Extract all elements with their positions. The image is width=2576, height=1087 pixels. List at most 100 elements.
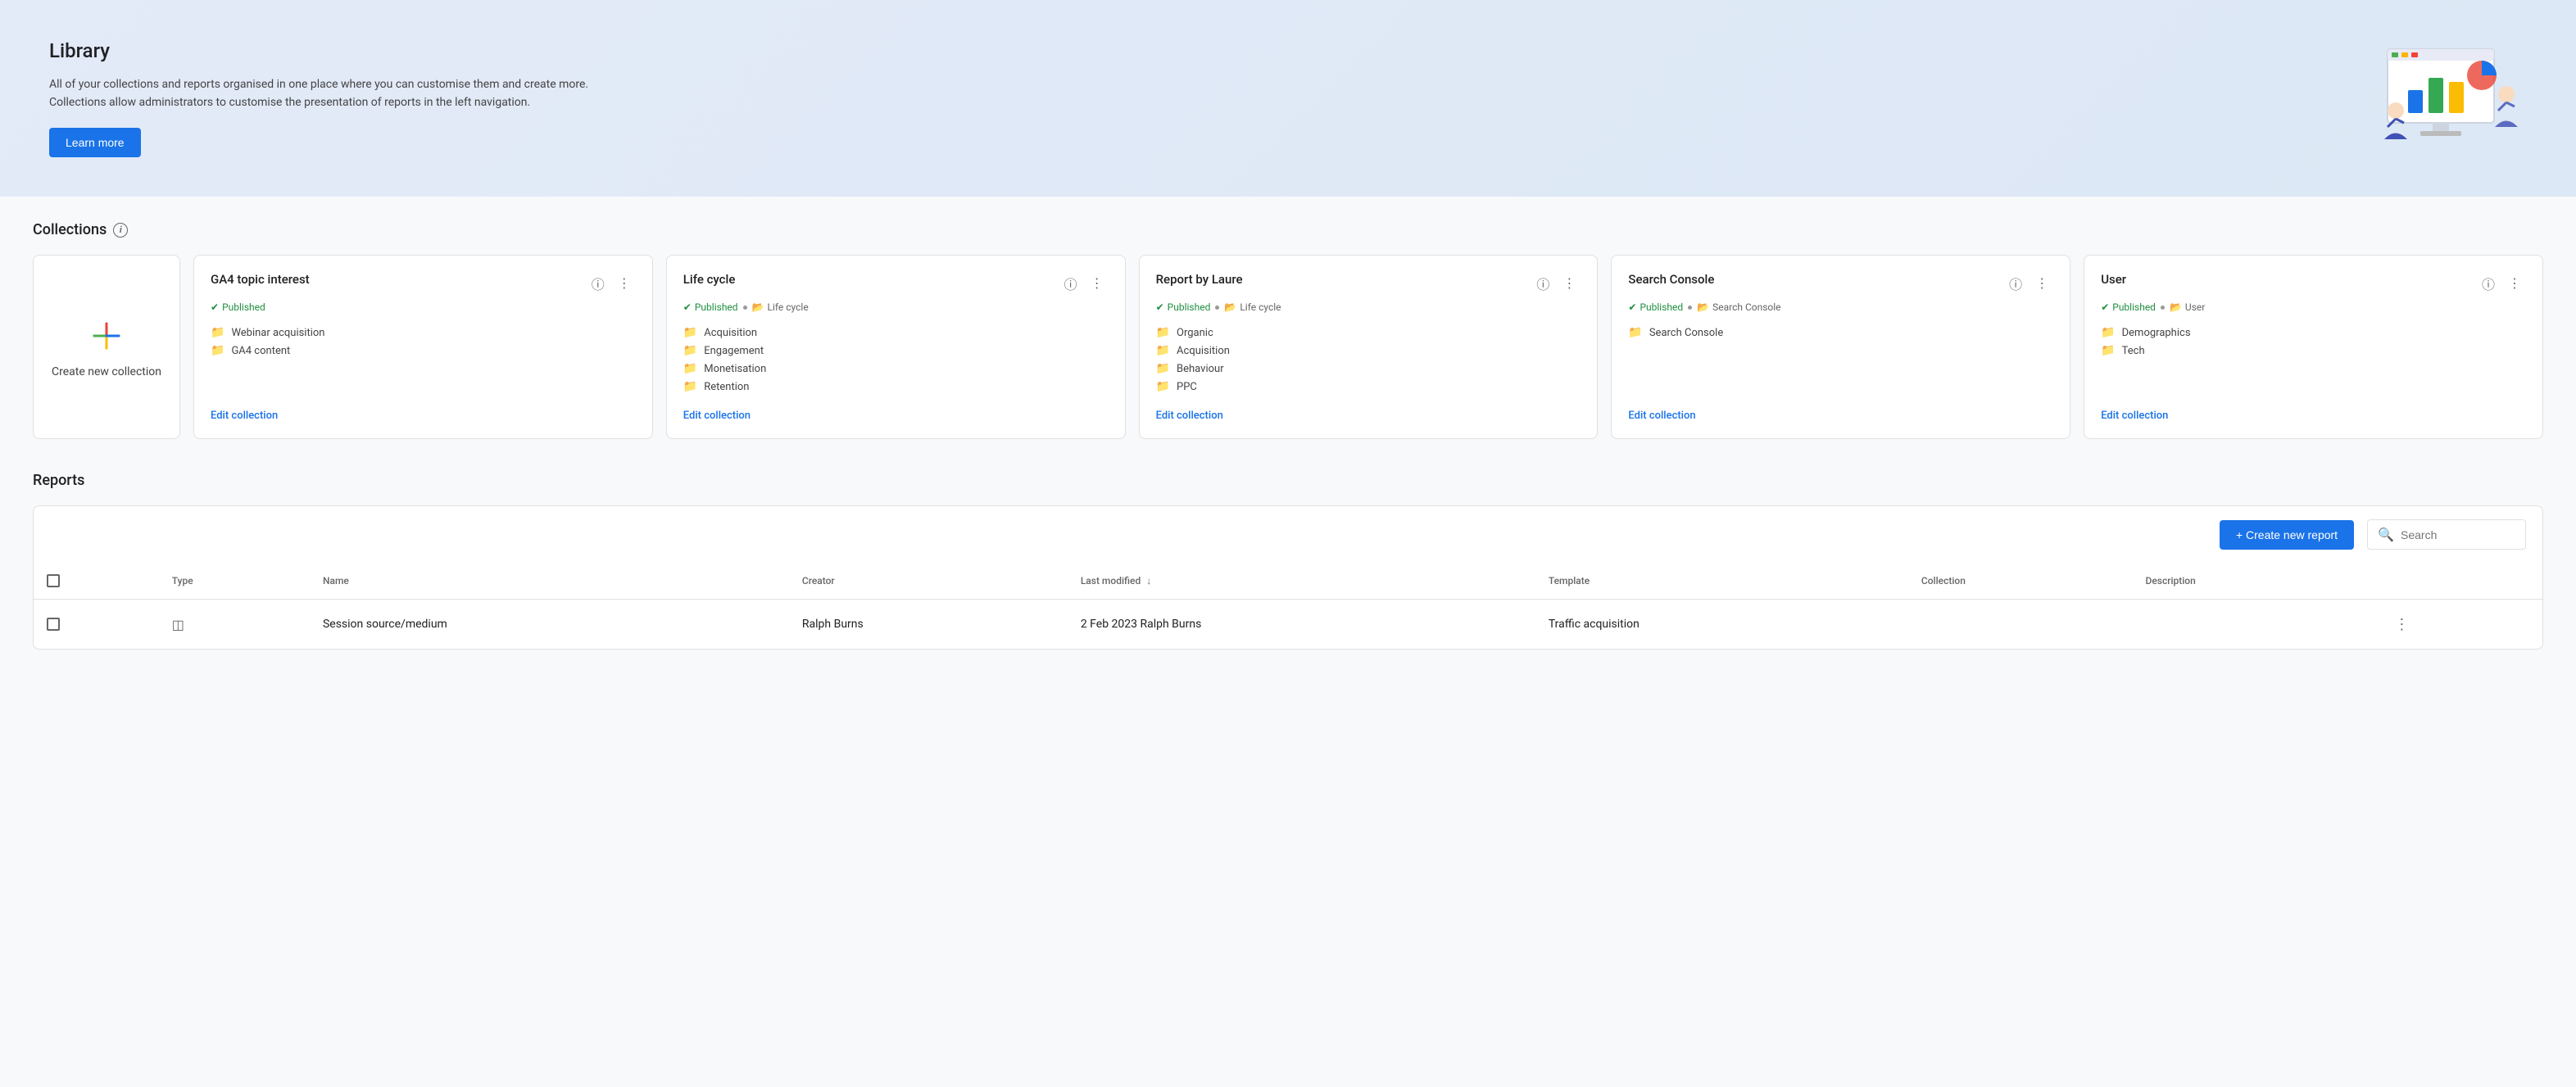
folder-icon: 📁 xyxy=(1156,362,1170,375)
card-title: Life cycle xyxy=(683,272,736,287)
check-icon: ✔ xyxy=(1628,301,1636,313)
row-checkbox[interactable] xyxy=(47,618,60,631)
hero-description: All of your collections and reports orga… xyxy=(49,75,623,112)
last-modified-column-header[interactable]: Last modified ↓ xyxy=(1068,563,1535,600)
tag-icon: 📂 xyxy=(1697,301,1709,313)
hero-content: Library All of your collections and repo… xyxy=(49,39,623,158)
collection-card-search-console: Search Console ⓘ ⋮ ✔ Published 📂 Search … xyxy=(1611,255,2070,439)
row-collection xyxy=(1908,600,2133,650)
edit-collection-link[interactable]: Edit collection xyxy=(2101,410,2526,422)
card-actions: ⓘ ⋮ xyxy=(2004,272,2053,295)
hero-illustration xyxy=(2363,33,2527,164)
row-description xyxy=(2133,600,2376,650)
tag-icon: 📂 xyxy=(2170,301,2182,313)
info-button[interactable]: ⓘ xyxy=(587,272,610,295)
edit-collection-link[interactable]: Edit collection xyxy=(1156,410,1581,422)
select-all-checkbox[interactable] xyxy=(47,574,60,587)
hero-title: Library xyxy=(49,39,623,62)
name-column-header: Name xyxy=(310,563,789,600)
folder-icon: 📁 xyxy=(683,326,697,339)
more-options-button[interactable]: ⋮ xyxy=(2030,272,2053,295)
select-all-column xyxy=(34,563,159,600)
folder-icon: 📁 xyxy=(2101,326,2115,339)
table-type-icon: ◫ xyxy=(172,617,184,632)
reports-table: Type Name Creator Last modified ↓ xyxy=(34,563,2542,649)
table-header-row: Type Name Creator Last modified ↓ xyxy=(34,563,2542,600)
folder-icon: 📁 xyxy=(2101,344,2115,357)
more-options-button[interactable]: ⋮ xyxy=(1558,272,1581,295)
row-type: ◫ xyxy=(159,600,310,650)
main-content: Collections i Create new collection GA4 … xyxy=(0,197,2576,674)
status-row: ✔ Published 📂 Search Console xyxy=(1628,301,2053,313)
report-item: 📁 Engagement xyxy=(683,344,1109,357)
creator-column-header: Creator xyxy=(789,563,1068,600)
collections-info-icon[interactable]: i xyxy=(113,223,128,238)
edit-collection-link[interactable]: Edit collection xyxy=(1628,410,2053,422)
card-actions: ⓘ ⋮ xyxy=(2477,272,2526,295)
description-column-header: Description xyxy=(2133,563,2376,600)
reports-table-wrapper: + Create new report 🔍 Type xyxy=(33,505,2543,650)
collection-card-report-laure: Report by Laure ⓘ ⋮ ✔ Published 📂 Life c… xyxy=(1139,255,1599,439)
report-item: 📁 Webinar acquisition xyxy=(211,326,636,339)
status-published: ✔ Published xyxy=(683,301,738,313)
collection-card-user: User ⓘ ⋮ ✔ Published 📂 User � xyxy=(2084,255,2543,439)
row-template: Traffic acquisition xyxy=(1535,600,1908,650)
row-creator: Ralph Burns xyxy=(789,600,1068,650)
info-button[interactable]: ⓘ xyxy=(1531,272,1554,295)
status-tag: 📂 Life cycle xyxy=(752,301,809,313)
status-tag: 📂 Life cycle xyxy=(1224,301,1281,313)
search-box: 🔍 xyxy=(2367,519,2526,550)
create-report-button[interactable]: + Create new report xyxy=(2220,520,2354,550)
folder-icon: 📁 xyxy=(683,362,697,375)
report-item: 📁 Tech xyxy=(2101,344,2526,357)
info-button[interactable]: ⓘ xyxy=(2477,272,2500,295)
reports-section-header: Reports xyxy=(33,472,2543,489)
card-actions: ⓘ ⋮ xyxy=(1531,272,1581,295)
separator-dot xyxy=(2161,306,2165,310)
reports-toolbar: + Create new report 🔍 xyxy=(34,506,2542,550)
status-published: ✔ Published xyxy=(211,301,265,313)
card-header: Life cycle ⓘ ⋮ xyxy=(683,272,1109,295)
report-item: 📁 Behaviour xyxy=(1156,362,1581,375)
sort-icon: ↓ xyxy=(1146,575,1151,587)
edit-collection-link[interactable]: Edit collection xyxy=(683,410,1109,422)
report-item: 📁 Search Console xyxy=(1628,326,2053,339)
more-options-button[interactable]: ⋮ xyxy=(1086,272,1109,295)
info-button[interactable]: ⓘ xyxy=(2004,272,2027,295)
info-button[interactable]: ⓘ xyxy=(1059,272,1082,295)
report-item: 📁 PPC xyxy=(1156,380,1581,393)
report-item: 📁 Acquisition xyxy=(683,326,1109,339)
search-input[interactable] xyxy=(2401,528,2515,541)
reports-section: Reports + Create new report 🔍 T xyxy=(33,472,2543,650)
search-icon: 🔍 xyxy=(2378,527,2394,542)
folder-icon: 📁 xyxy=(211,344,224,357)
card-title: GA4 topic interest xyxy=(211,272,310,287)
more-options-button[interactable]: ⋮ xyxy=(613,272,636,295)
row-more-button[interactable]: ⋮ xyxy=(2388,611,2415,637)
row-last-modified: 2 Feb 2023 Ralph Burns xyxy=(1068,600,1535,650)
new-collection-card[interactable]: Create new collection xyxy=(33,255,180,439)
collection-column-header: Collection xyxy=(1908,563,2133,600)
collections-section-header: Collections i xyxy=(33,221,2543,238)
hero-banner: Library All of your collections and repo… xyxy=(0,0,2576,197)
edit-collection-link[interactable]: Edit collection xyxy=(211,410,636,422)
report-list: 📁 Demographics 📁 Tech xyxy=(2101,326,2526,393)
report-list: 📁 Search Console xyxy=(1628,326,2053,393)
table-body: ◫ Session source/medium Ralph Burns 2 Fe… xyxy=(34,600,2542,650)
more-options-button[interactable]: ⋮ xyxy=(2503,272,2526,295)
new-collection-label: Create new collection xyxy=(52,365,161,378)
card-header: Search Console ⓘ ⋮ xyxy=(1628,272,2053,295)
folder-icon: 📁 xyxy=(1156,344,1170,357)
status-published: ✔ Published xyxy=(1628,301,1683,313)
folder-icon: 📁 xyxy=(683,344,697,357)
folder-icon: 📁 xyxy=(1156,380,1170,393)
separator-dot xyxy=(1215,306,1219,310)
card-title: User xyxy=(2101,272,2126,287)
report-list: 📁 Acquisition 📁 Engagement 📁 Monetisatio… xyxy=(683,326,1109,393)
template-column-header: Template xyxy=(1535,563,1908,600)
report-item: 📁 GA4 content xyxy=(211,344,636,357)
card-title: Search Console xyxy=(1628,272,1714,287)
status-published: ✔ Published xyxy=(2101,301,2156,313)
folder-icon: 📁 xyxy=(1156,326,1170,339)
learn-more-button[interactable]: Learn more xyxy=(49,128,141,157)
